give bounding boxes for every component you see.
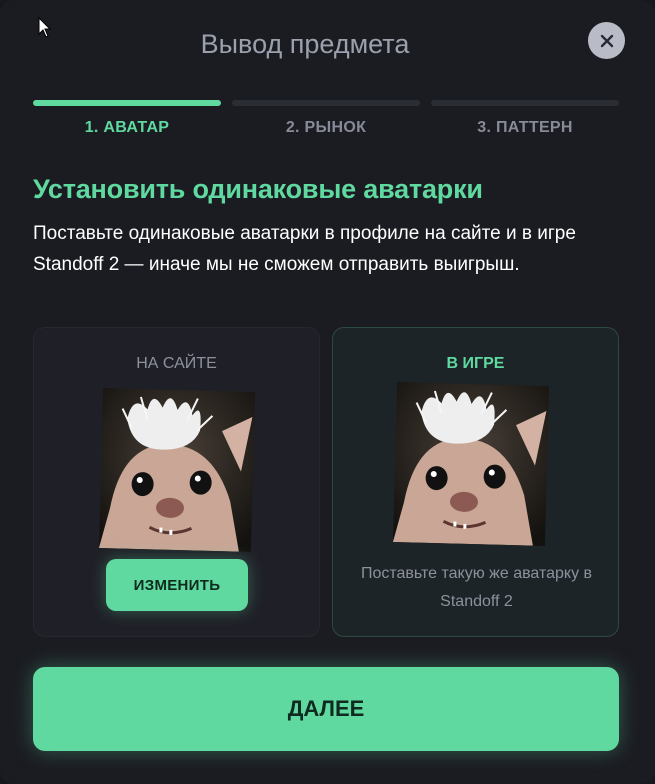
- game-avatar-hint: Поставьте такую же аватарку в Standoff 2: [360, 565, 593, 610]
- step-progress-bar: [431, 100, 619, 106]
- step-progress-bar: [33, 100, 221, 106]
- change-avatar-button[interactable]: ИЗМЕНИТЬ: [106, 559, 248, 611]
- step-label: 3. ПАТТЕРН: [477, 119, 573, 136]
- step-pattern[interactable]: 3. ПАТТЕРН: [431, 100, 619, 137]
- modal-title: Вывод предмета: [200, 29, 410, 59]
- close-button[interactable]: [588, 22, 625, 59]
- step-market[interactable]: 2. РЫНОК: [232, 100, 420, 137]
- next-button[interactable]: ДАЛЕЕ: [33, 667, 619, 751]
- site-avatar-image: [98, 388, 256, 552]
- site-avatar-card: НА САЙТЕ ИЗМЕНИТЬ: [33, 327, 320, 637]
- step-label: 2. РЫНОК: [285, 119, 367, 136]
- game-card-title: В ИГРЕ: [446, 355, 505, 372]
- section-heading: Установить одинаковые аватарки: [33, 174, 483, 204]
- site-card-title: НА САЙТЕ: [136, 355, 217, 372]
- withdraw-modal: Вывод предмета 1. АВАТАР 2. РЫНОК 3. ПАТ…: [0, 0, 655, 784]
- close-icon: [600, 34, 613, 47]
- step-progress-bar: [232, 100, 420, 106]
- step-avatar[interactable]: 1. АВАТАР: [33, 100, 221, 137]
- section-description: Поставьте одинаковые аватарки в профиле …: [33, 223, 576, 275]
- game-avatar-card: В ИГРЕ Поставьте такую же аватарку в Sta…: [332, 327, 619, 637]
- game-avatar-image: [392, 382, 550, 546]
- stepper: 1. АВАТАР 2. РЫНОК 3. ПАТТЕРН: [33, 100, 619, 140]
- step-label: 1. АВАТАР: [84, 119, 170, 136]
